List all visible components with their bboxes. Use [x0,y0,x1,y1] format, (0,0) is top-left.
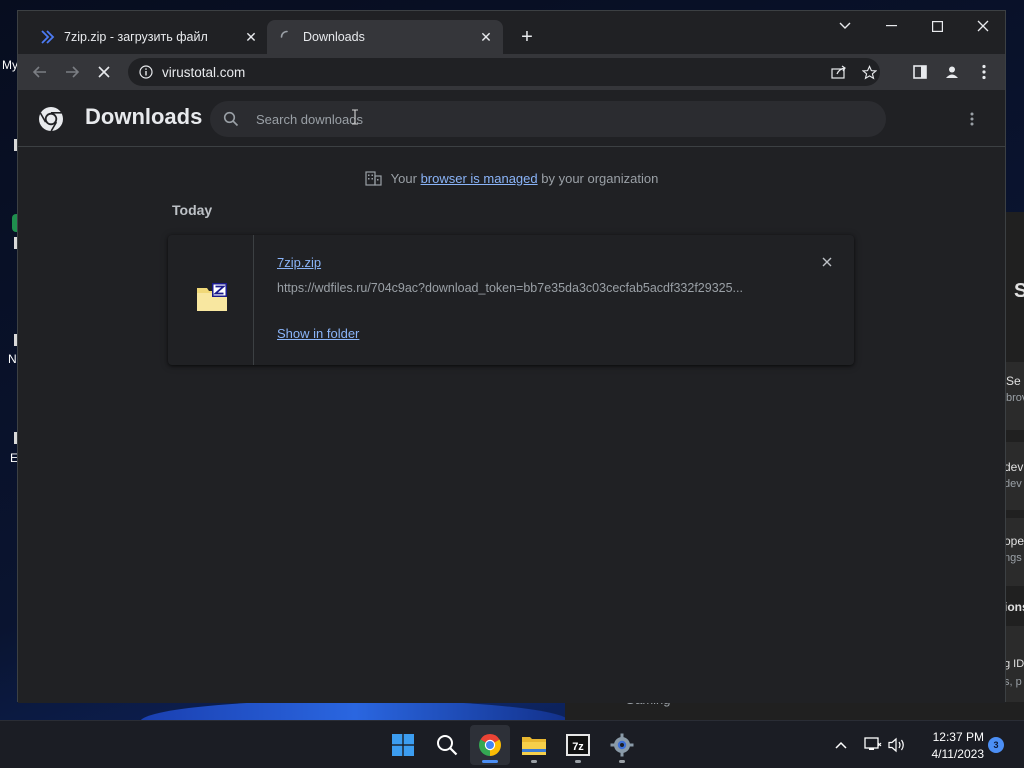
download-item: 7zip.zip https://wdfiles.ru/704c9ac?down… [168,235,854,365]
share-icon[interactable] [826,62,852,82]
close-window-icon[interactable] [960,11,1006,41]
profile-icon[interactable] [938,58,966,86]
chrome-taskbar-icon[interactable] [470,725,510,765]
windows-start-icon[interactable] [383,725,423,765]
svg-text:7z: 7z [572,741,584,753]
virustotal-icon [40,29,56,45]
show-in-folder-link[interactable]: Show in folder [277,326,359,341]
more-options-icon[interactable] [970,58,998,86]
bg-window-text: g ID [1004,658,1024,670]
tab-search-icon[interactable] [822,11,868,41]
more-actions-icon[interactable] [962,107,982,131]
download-source-url: https://wdfiles.ru/704c9ac?download_toke… [277,281,743,295]
show-hidden-icons-chevron-icon[interactable] [832,733,850,757]
taskbar: 7z 12:37 PM 4/11/2023 3 [0,720,1024,768]
text-cursor-icon [351,109,359,125]
running-indicator [531,760,537,763]
zip-file-icon [196,282,228,312]
search-icon [222,110,240,128]
file-explorer-icon[interactable] [514,725,554,765]
tab-strip: 7zip.zip - загрузить файл ✕ Downloads ✕ … [18,11,1005,54]
notification-badge[interactable]: 3 [988,737,1004,753]
bg-window-text: dev [1004,460,1024,474]
page-title: Downloads [85,104,203,129]
background-settings-window[interactable]: S Se brov dev dev ope ngs ions g ID s, p [1004,212,1024,720]
clock-date: 4/11/2023 [931,747,985,761]
address-text: virustotal.com [162,64,246,80]
bg-window-sub: dev [1004,478,1022,490]
desktop-icon-label: N [8,352,17,366]
downloads-page: Downloads Your browser is managed by you… [18,90,1005,703]
close-icon[interactable]: ✕ [240,26,262,48]
settings-gear-icon[interactable] [602,725,642,765]
running-indicator [619,760,625,763]
volume-icon[interactable] [886,733,908,757]
building-icon [365,170,383,186]
clock-time: 12:37 PM [932,730,984,744]
bg-window-text: Se [1006,374,1021,388]
chrome-window[interactable]: 7zip.zip - загрузить файл ✕ Downloads ✕ … [17,10,1006,703]
tab-downloads[interactable]: Downloads ✕ [267,20,503,54]
site-info-icon[interactable] [138,64,154,80]
maximize-icon[interactable] [914,11,960,41]
tab-7zip-download[interactable]: 7zip.zip - загрузить файл ✕ [28,20,268,54]
taskbar-search-icon[interactable] [427,725,467,765]
download-icon-area [168,235,254,365]
bg-window-heading: S [1014,280,1024,302]
minimize-icon[interactable] [868,11,914,41]
bg-window-text: ions [1004,600,1024,614]
bg-window-sub: s, p [1004,676,1022,688]
bg-window-text: ope [1004,534,1024,548]
new-tab-button[interactable]: + [514,24,540,50]
bg-window-sub: brov [1006,392,1024,404]
bg-window-card[interactable]: Se brov [1004,362,1024,430]
desktop-icon-label: My [2,58,18,72]
address-bar[interactable]: virustotal.com [128,58,880,86]
bg-window-sub: ngs [1004,552,1022,564]
close-icon[interactable]: ✕ [475,26,497,48]
downloads-header: Downloads [18,90,1005,147]
date-heading: Today [172,202,213,218]
remove-download-icon[interactable] [817,252,837,272]
back-icon[interactable] [26,58,54,86]
managed-notice: Your browser is managed by your organiza… [18,170,1005,186]
system-clock[interactable]: 12:37 PM 4/11/2023 [914,729,985,763]
tab-title: Downloads [303,30,365,44]
bg-window-card[interactable]: dev dev [1004,442,1024,510]
forward-icon[interactable] [58,58,86,86]
7zip-taskbar-icon[interactable]: 7z [558,725,598,765]
loading-spinner-icon [279,29,295,45]
bookmark-star-icon[interactable] [856,62,882,82]
running-indicator [575,760,581,763]
tab-title: 7zip.zip - загрузить файл [64,30,208,44]
chrome-logo-icon [38,106,64,132]
side-panel-icon[interactable] [906,58,934,86]
bg-window-card[interactable]: ope ngs [1004,518,1024,586]
stop-loading-icon[interactable] [90,58,118,86]
managed-suffix: by your organization [541,170,659,186]
browser-toolbar: virustotal.com [18,54,1005,90]
bg-window-card[interactable]: g ID s, p [1004,626,1024,704]
browser-managed-link[interactable]: browser is managed [421,171,538,186]
network-icon[interactable] [862,733,884,757]
download-file-link[interactable]: 7zip.zip [277,255,321,270]
managed-prefix: Your [390,170,417,186]
active-indicator [482,760,498,763]
search-bar[interactable] [210,101,886,137]
